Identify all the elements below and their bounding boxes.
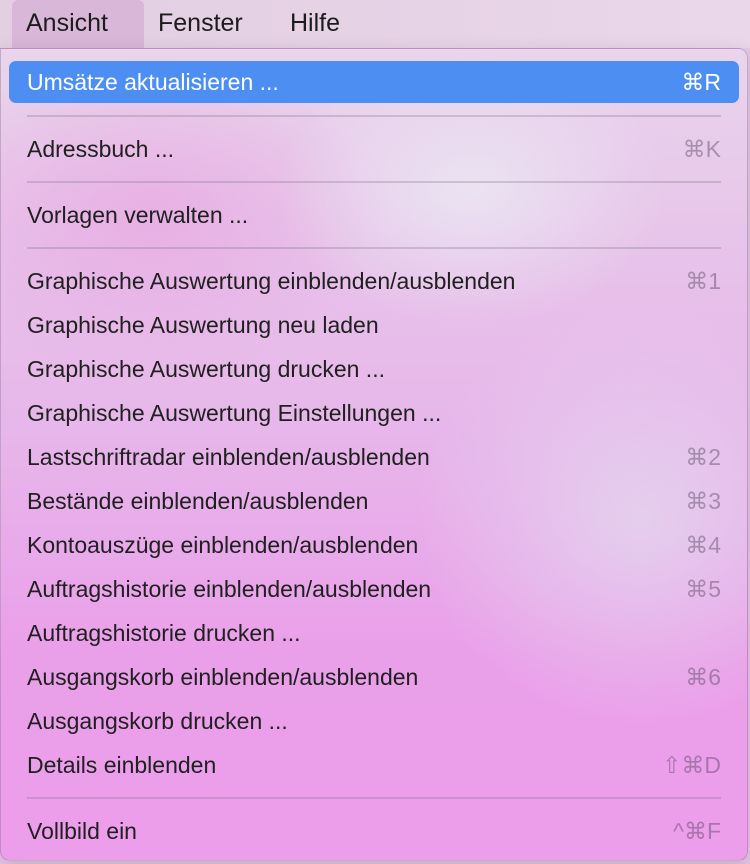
menu-item-label: Ausgangskorb drucken ... xyxy=(27,708,288,734)
menu-item-label: Lastschriftradar einblenden/ausblenden xyxy=(27,444,430,470)
menu-separator xyxy=(27,797,721,799)
menu-item-shortcut: ⌘1 xyxy=(685,268,721,294)
menu-item-graphische-auswertung-drucken[interactable]: Graphische Auswertung drucken ... xyxy=(9,348,739,390)
menu-item-label: Details einblenden xyxy=(27,752,217,778)
menu-item-shortcut: ⌘3 xyxy=(685,488,721,514)
menu-item-auftragshistorie-drucken[interactable]: Auftragshistorie drucken ... xyxy=(9,612,739,654)
menu-item-shortcut: ^⌘F xyxy=(673,818,721,844)
menu-item-graphische-auswertung-neu-laden[interactable]: Graphische Auswertung neu laden xyxy=(9,304,739,346)
menu-item-bestaende-toggle[interactable]: Bestände einblenden/ausblenden ⌘3 xyxy=(9,480,739,522)
menu-item-shortcut: ⌘4 xyxy=(685,532,721,558)
menu-bar: Ansicht Fenster Hilfe xyxy=(0,0,750,48)
menu-item-adressbuch[interactable]: Adressbuch ... ⌘K xyxy=(9,128,739,170)
menu-separator xyxy=(27,181,721,183)
menubar-item-ansicht[interactable]: Ansicht xyxy=(12,0,144,48)
menu-item-shortcut: ⇧⌘D xyxy=(662,752,721,778)
menu-item-label: Vollbild ein xyxy=(27,818,137,844)
menu-item-kontoauszuege-toggle[interactable]: Kontoauszüge einblenden/ausblenden ⌘4 xyxy=(9,524,739,566)
menu-item-graphische-auswertung-toggle[interactable]: Graphische Auswertung einblenden/ausblen… xyxy=(9,260,739,302)
menubar-item-hilfe[interactable]: Hilfe xyxy=(276,0,354,48)
menu-item-auftragshistorie-toggle[interactable]: Auftragshistorie einblenden/ausblenden ⌘… xyxy=(9,568,739,610)
ansicht-dropdown-menu: Umsätze aktualisieren ... ⌘R Adressbuch … xyxy=(0,48,748,861)
menu-item-ausgangskorb-drucken[interactable]: Ausgangskorb drucken ... xyxy=(9,700,739,742)
menu-item-shortcut: ⌘5 xyxy=(685,576,721,602)
menu-item-vollbild-ein[interactable]: Vollbild ein ^⌘F xyxy=(9,810,739,852)
menu-item-shortcut: ⌘R xyxy=(681,69,721,95)
menu-item-ausgangskorb-toggle[interactable]: Ausgangskorb einblenden/ausblenden ⌘6 xyxy=(9,656,739,698)
menu-item-label: Vorlagen verwalten ... xyxy=(27,202,249,228)
menu-item-shortcut: ⌘6 xyxy=(685,664,721,690)
menu-item-lastschriftradar-toggle[interactable]: Lastschriftradar einblenden/ausblenden ⌘… xyxy=(9,436,739,478)
menu-separator xyxy=(27,247,721,249)
menu-item-label: Auftragshistorie drucken ... xyxy=(27,620,301,646)
menu-item-label: Umsätze aktualisieren ... xyxy=(27,69,279,95)
menu-item-label: Kontoauszüge einblenden/ausblenden xyxy=(27,532,419,558)
menu-item-label: Ausgangskorb einblenden/ausblenden xyxy=(27,664,419,690)
menu-item-label: Bestände einblenden/ausblenden xyxy=(27,488,369,514)
menu-item-label: Graphische Auswertung drucken ... xyxy=(27,356,385,382)
menu-item-label: Graphische Auswertung neu laden xyxy=(27,312,379,338)
menu-item-label: Auftragshistorie einblenden/ausblenden xyxy=(27,576,432,602)
menu-item-label: Graphische Auswertung Einstellungen ... xyxy=(27,400,442,426)
menu-item-graphische-auswertung-einstellungen[interactable]: Graphische Auswertung Einstellungen ... xyxy=(9,392,739,434)
menu-item-shortcut: ⌘K xyxy=(682,136,721,162)
menu-item-vorlagen-verwalten[interactable]: Vorlagen verwalten ... xyxy=(9,194,739,236)
menu-item-details-einblenden[interactable]: Details einblenden ⇧⌘D xyxy=(9,744,739,786)
menu-item-label: Adressbuch ... xyxy=(27,136,175,162)
menu-separator xyxy=(27,115,721,117)
menubar-item-fenster[interactable]: Fenster xyxy=(144,0,257,48)
menu-item-shortcut: ⌘2 xyxy=(685,444,721,470)
menu-item-umsaetze-aktualisieren[interactable]: Umsätze aktualisieren ... ⌘R xyxy=(9,61,739,103)
menu-item-label: Graphische Auswertung einblenden/ausblen… xyxy=(27,268,516,294)
